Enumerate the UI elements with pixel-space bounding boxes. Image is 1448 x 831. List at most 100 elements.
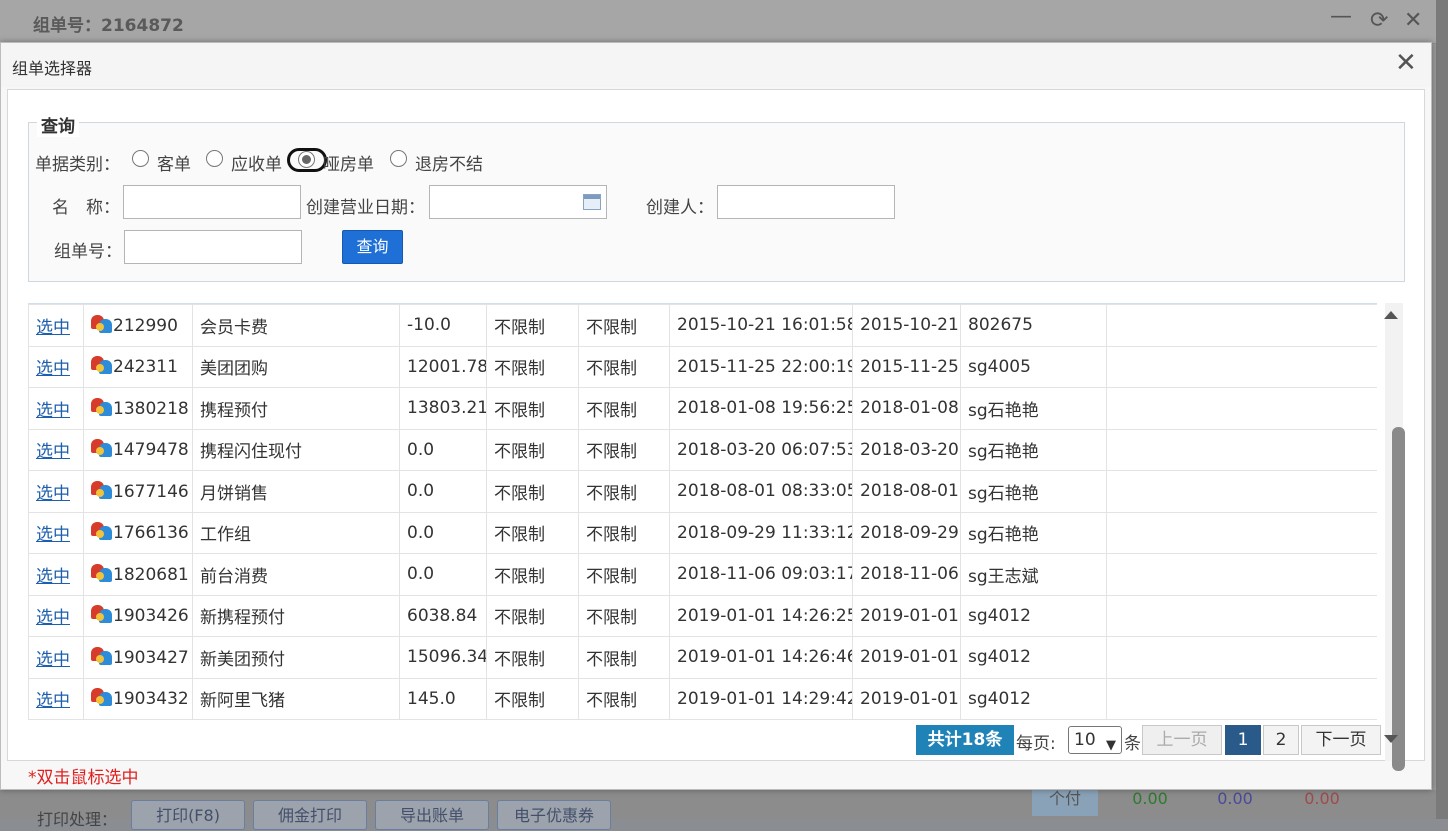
double-click-hint: *双击鼠标选中: [28, 768, 139, 788]
cell-limit-2: 不限制: [578, 304, 670, 347]
select-link[interactable]: 选中: [36, 608, 70, 628]
select-link[interactable]: 选中: [36, 567, 70, 587]
select-link[interactable]: 选中: [36, 650, 70, 670]
select-link[interactable]: 选中: [36, 318, 70, 338]
cell-empty: [1106, 304, 1377, 347]
group-id-text: 1903426: [113, 606, 189, 627]
table-row[interactable]: 选中 242311 美团团购 12001.78 不限制 不限制 2015-11-25 22:…: [28, 345, 1377, 388]
scrollbar-thumb[interactable]: [1392, 427, 1405, 771]
window-close-icon[interactable]: ✕: [1404, 8, 1422, 33]
radio-checkout-unsettled[interactable]: [390, 150, 407, 167]
table-row[interactable]: 选中 1766136 工作组 0.0 不限制 不限制 2018-09-29 11:33:12…: [28, 511, 1377, 554]
cell-business-date: 2015-11-25: [852, 345, 961, 388]
print-button[interactable]: 打印(F8): [131, 800, 245, 830]
cell-limit-1: 不限制: [486, 428, 579, 471]
radio-guest-bill[interactable]: [132, 150, 149, 167]
table-row[interactable]: 选中 1677146 月饼销售 0.0 不限制 不限制 2018-08-01 08:33:0…: [28, 470, 1377, 513]
cell-amount: 0.0: [399, 470, 487, 513]
page-button-1[interactable]: 1: [1225, 725, 1261, 755]
scroll-up-arrow-icon[interactable]: [1384, 311, 1398, 319]
cell-empty: [1106, 470, 1377, 513]
table-row[interactable]: 选中 1903432 新阿里飞猪 145.0 不限制 不限制 2019-01-01 14:2…: [28, 677, 1377, 720]
cell-limit-2: 不限制: [578, 594, 670, 637]
cell-creator: sg石艳艳: [960, 470, 1107, 513]
group-id-text: 1479478: [113, 440, 189, 461]
table-row[interactable]: 选中 1380218 携程预付 13803.21 不限制 不限制 2018-01-08 19…: [28, 387, 1377, 430]
table-row[interactable]: 选中 1820681 前台消费 0.0 不限制 不限制 2018-11-06 09:03:1…: [28, 553, 1377, 596]
next-page-button[interactable]: 下一页: [1301, 725, 1381, 755]
value-cell-2: 0.00: [1217, 789, 1253, 808]
calendar-icon[interactable]: [583, 194, 601, 210]
group-id-text: 1903432: [113, 689, 189, 710]
cell-created-time: 2018-08-01 08:33:05: [669, 470, 853, 513]
cell-group-id: 1677146: [83, 470, 193, 513]
group-id-text: 1380218: [113, 398, 189, 419]
cell-group-id: 1903427: [83, 636, 193, 679]
cell-group-id: 242311: [83, 345, 193, 388]
table-row[interactable]: 选中 212990 会员卡费 -10.0 不限制 不限制 2015-10-21 16:01:…: [28, 304, 1377, 347]
cell-group-id: 1479478: [83, 428, 193, 471]
query-fieldset: 查询 单据类别： 客单 应收单 哑房单 退房不结 名 称： 创建营业日期： 创建…: [28, 112, 1405, 282]
chevron-down-icon: ▼: [1106, 738, 1116, 753]
cell-created-time: 2018-03-20 06:07:53: [669, 428, 853, 471]
group-selector-dialog: 组单选择器 ✕ 查询 单据类别： 客单 应收单 哑房单 退房不结 名 称： 创建…: [0, 42, 1432, 790]
table-row[interactable]: 选中 1903426 新携程预付 6038.84 不限制 不限制 2019-01-01 14…: [28, 594, 1377, 637]
table-row[interactable]: 选中 1903427 新美团预付 15096.34 不限制 不限制 2019-01-01 1…: [28, 636, 1377, 679]
commission-print-button[interactable]: 佣金打印: [253, 800, 367, 830]
group-no-input[interactable]: [124, 230, 302, 264]
creator-input[interactable]: [717, 185, 895, 219]
cell-business-date: 2019-01-01: [852, 677, 961, 720]
scroll-down-arrow-icon[interactable]: [1384, 735, 1398, 743]
cell-amount: 145.0: [399, 677, 487, 720]
select-link[interactable]: 选中: [36, 442, 70, 462]
search-button[interactable]: 查询: [342, 230, 403, 264]
date-input[interactable]: [429, 185, 607, 219]
cell-amount: 15096.34: [399, 636, 487, 679]
select-link[interactable]: 选中: [36, 484, 70, 504]
select-link[interactable]: 选中: [36, 525, 70, 545]
restore-icon[interactable]: ⟳: [1370, 8, 1388, 33]
cell-creator: sg4005: [960, 345, 1107, 388]
e-coupon-button[interactable]: 电子优惠券: [497, 800, 611, 830]
cell-group-name: 新阿里飞猪: [192, 677, 400, 720]
cell-empty: [1106, 428, 1377, 471]
cell-created-time: 2015-11-25 22:00:19: [669, 345, 853, 388]
export-bill-button[interactable]: 导出账单: [375, 800, 489, 830]
group-icon: [91, 646, 113, 665]
background-titlebar: 组单号：2164872 — ⟳ ✕: [0, 0, 1436, 44]
page-button-2[interactable]: 2: [1263, 725, 1299, 755]
name-label: 名 称：: [52, 198, 120, 218]
prev-page-button[interactable]: 上一页: [1142, 725, 1222, 755]
select-cell: 选中: [28, 511, 84, 554]
dialog-title: 组单选择器: [12, 59, 93, 78]
cell-limit-2: 不限制: [578, 553, 670, 596]
cell-amount: 0.0: [399, 553, 487, 596]
dialog-header: 组单选择器 ✕: [1, 43, 1431, 87]
cell-limit-1: 不限制: [486, 470, 579, 513]
select-cell: 选中: [28, 345, 84, 388]
per-page-select[interactable]: 10 ▼: [1068, 726, 1122, 754]
pay-type-cell: 个付: [1032, 786, 1098, 816]
table-row[interactable]: 选中 1479478 携程闪住现付 0.0 不限制 不限制 2018-03-20 06:07…: [28, 428, 1377, 471]
per-page-label: 每页:: [1016, 734, 1056, 754]
select-link[interactable]: 选中: [36, 401, 70, 421]
cell-creator: 802675: [960, 304, 1107, 347]
radio-label-dummy-room: 哑房单: [323, 155, 374, 175]
select-link[interactable]: 选中: [36, 691, 70, 711]
dialog-close-icon[interactable]: ✕: [1395, 49, 1417, 77]
cell-amount: -10.0: [399, 304, 487, 347]
cell-limit-2: 不限制: [578, 387, 670, 430]
cell-empty: [1106, 345, 1377, 388]
cell-created-time: 2019-01-01 14:26:46: [669, 636, 853, 679]
select-link[interactable]: 选中: [36, 359, 70, 379]
select-cell: 选中: [28, 304, 84, 347]
minimize-icon[interactable]: —: [1330, 4, 1352, 29]
radio-receivable[interactable]: [206, 150, 223, 167]
cell-creator: sg4012: [960, 677, 1107, 720]
cell-creator: sg王志斌: [960, 553, 1107, 596]
dialog-body: 查询 单据类别： 客单 应收单 哑房单 退房不结 名 称： 创建营业日期： 创建…: [7, 89, 1425, 771]
cell-business-date: 2019-01-01: [852, 636, 961, 679]
results-grid: 选中 212990 会员卡费 -10.0 不限制 不限制 2015-10-21 16:01:…: [28, 303, 1377, 721]
name-input[interactable]: [123, 185, 301, 219]
cell-creator: sg4012: [960, 594, 1107, 637]
